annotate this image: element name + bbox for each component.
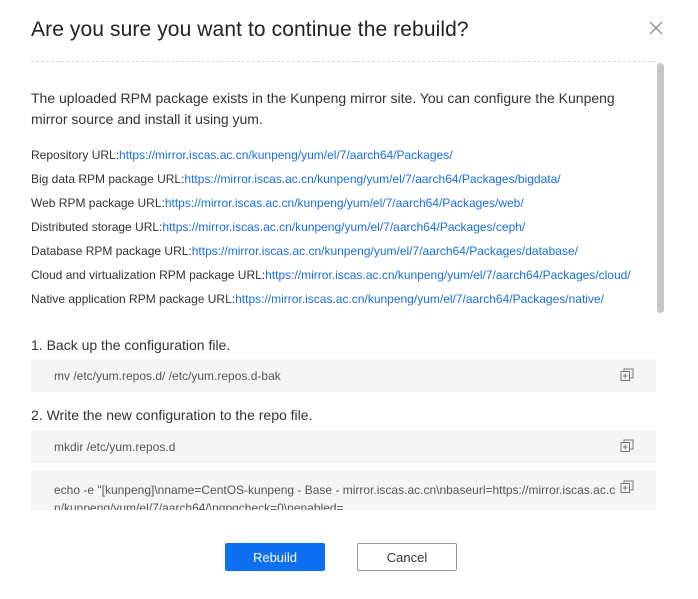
code-text: mv /etc/yum.repos.d/ /etc/yum.repos.d-ba… bbox=[54, 369, 281, 383]
url-label: Web RPM package URL: bbox=[31, 196, 165, 210]
url-link[interactable]: https://mirror.iscas.ac.cn/kunpeng/yum/e… bbox=[265, 268, 631, 282]
url-line-repository: Repository URL:https://mirror.iscas.ac.c… bbox=[31, 148, 453, 162]
code-block-mkdir: mkdir /etc/yum.repos.d bbox=[31, 430, 656, 463]
url-line-database: Database RPM package URL:https://mirror.… bbox=[31, 244, 578, 258]
url-line-native: Native application RPM package URL:https… bbox=[31, 292, 604, 306]
url-link[interactable]: https://mirror.iscas.ac.cn/kunpeng/yum/e… bbox=[162, 220, 525, 234]
url-label: Database RPM package URL: bbox=[31, 244, 192, 258]
intro-text: The uploaded RPM package exists in the K… bbox=[31, 90, 615, 127]
close-icon[interactable] bbox=[648, 20, 664, 36]
copy-icon[interactable] bbox=[620, 439, 634, 453]
code-block-backup: mv /etc/yum.repos.d/ /etc/yum.repos.d-ba… bbox=[31, 359, 656, 392]
rebuild-confirm-dialog: Are you sure you want to continue the re… bbox=[0, 0, 698, 599]
url-label: Repository URL: bbox=[31, 148, 120, 162]
copy-icon[interactable] bbox=[620, 480, 634, 494]
url-label: Cloud and virtualization RPM package URL… bbox=[31, 268, 266, 282]
url-link[interactable]: https://mirror.iscas.ac.cn/kunpeng/yum/e… bbox=[192, 244, 578, 258]
url-line-ceph: Distributed storage URL:https://mirror.i… bbox=[31, 220, 525, 234]
step-1-title: 1. Back up the configuration file. bbox=[31, 337, 231, 353]
url-label: Native application RPM package URL: bbox=[31, 292, 236, 306]
url-line-bigdata: Big data RPM package URL:https://mirror.… bbox=[31, 172, 561, 186]
code-block-echo: echo -e "[kunpeng]\nname=CentOS-kunpeng … bbox=[31, 470, 656, 510]
copy-icon[interactable] bbox=[620, 368, 634, 382]
cancel-button[interactable]: Cancel bbox=[357, 543, 457, 571]
url-label: Distributed storage URL: bbox=[31, 220, 163, 234]
dialog-body: The uploaded RPM package exists in the K… bbox=[31, 62, 657, 510]
url-link[interactable]: https://mirror.iscas.ac.cn/kunpeng/yum/e… bbox=[165, 196, 524, 210]
url-line-web: Web RPM package URL:https://mirror.iscas… bbox=[31, 196, 524, 210]
scrollbar-thumb[interactable] bbox=[657, 63, 664, 313]
step-2-title: 2. Write the new configuration to the re… bbox=[31, 407, 313, 423]
rebuild-button[interactable]: Rebuild bbox=[225, 543, 325, 571]
code-text: mkdir /etc/yum.repos.d bbox=[54, 440, 176, 454]
url-link[interactable]: https://mirror.iscas.ac.cn/kunpeng/yum/e… bbox=[119, 148, 453, 162]
url-link[interactable]: https://mirror.iscas.ac.cn/kunpeng/yum/e… bbox=[235, 292, 604, 306]
url-label: Big data RPM package URL: bbox=[31, 172, 185, 186]
dialog-title: Are you sure you want to continue the re… bbox=[31, 18, 469, 41]
url-line-cloud: Cloud and virtualization RPM package URL… bbox=[31, 268, 631, 282]
url-link[interactable]: https://mirror.iscas.ac.cn/kunpeng/yum/e… bbox=[184, 172, 560, 186]
code-text: echo -e "[kunpeng]\nname=CentOS-kunpeng … bbox=[54, 483, 616, 510]
